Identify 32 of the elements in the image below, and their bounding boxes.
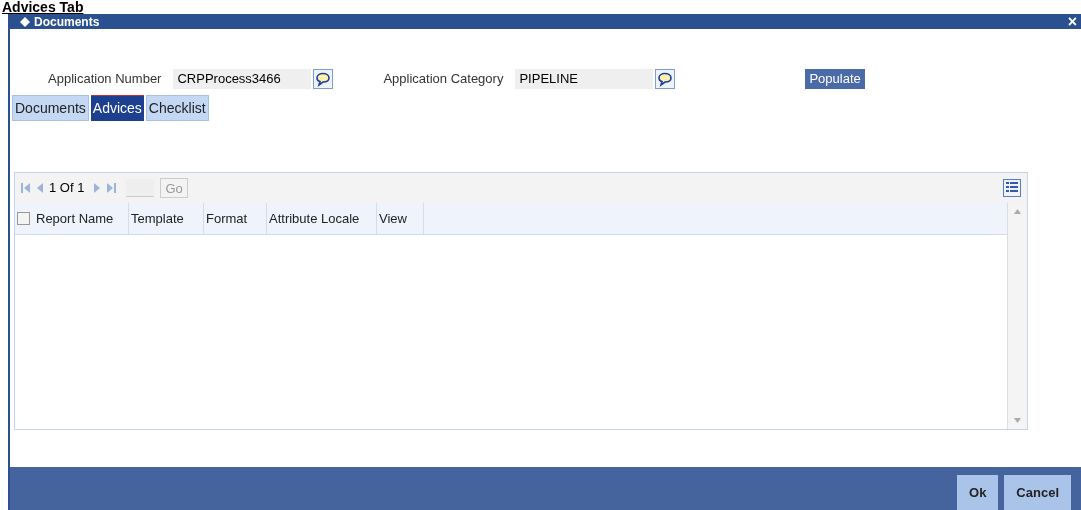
tab[interactable]: Advices (90, 95, 144, 121)
window-title: Documents (34, 15, 100, 28)
diamond-icon (20, 16, 30, 27)
first-page-icon[interactable] (21, 182, 31, 194)
chat-bubble-icon[interactable] (313, 69, 334, 89)
column-header[interactable]: Format (204, 203, 267, 234)
tab[interactable]: Checklist (145, 95, 209, 121)
scroll-down-icon[interactable] (1014, 418, 1021, 423)
column-header[interactable]: View (377, 203, 424, 234)
column-header[interactable]: Attribute Locale (267, 203, 377, 234)
input-field[interactable]: CRPProcess3466 (173, 69, 312, 89)
page-input[interactable] (126, 179, 155, 197)
dialog-button[interactable]: Ok (957, 475, 999, 510)
page-count: 1 Of 1 (49, 179, 85, 198)
columns-icon[interactable] (1003, 179, 1021, 197)
populate-button[interactable]: Populate (805, 69, 865, 89)
tab[interactable]: Documents (12, 95, 89, 121)
input-field[interactable]: PIPELINE (515, 69, 654, 89)
previous-page-icon[interactable] (37, 182, 43, 194)
select-all-checkbox[interactable] (17, 212, 30, 225)
last-page-icon[interactable] (106, 182, 117, 194)
field-label: Application Category (383, 70, 504, 89)
next-page-icon[interactable] (94, 182, 101, 194)
chat-bubble-icon[interactable] (655, 69, 676, 89)
field-label: Application Number (48, 70, 162, 89)
dialog-button[interactable]: Cancel (1004, 475, 1071, 510)
page-heading: Advices Tab (2, 0, 84, 14)
close-button[interactable]: × (1067, 13, 1077, 30)
scrollbar[interactable] (1007, 203, 1027, 429)
column-header[interactable]: Template (129, 203, 204, 234)
scroll-up-icon[interactable] (1014, 209, 1021, 214)
column-header[interactable]: Report Name (34, 203, 129, 234)
